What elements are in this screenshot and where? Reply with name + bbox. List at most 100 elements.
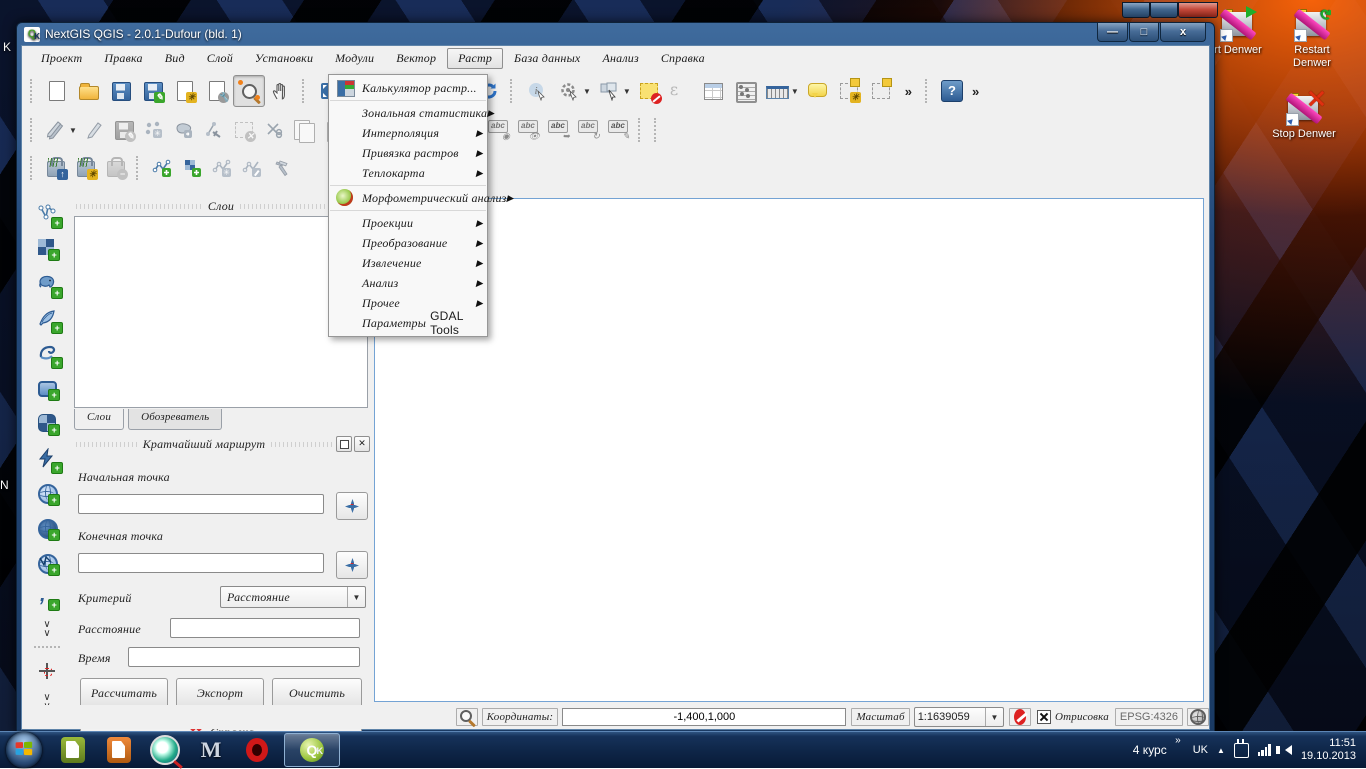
delete-selected-button[interactable]: ✕: [229, 115, 259, 145]
menu-item-heatmap[interactable]: Теплокарта ▶: [329, 163, 487, 183]
toolbar-handle[interactable]: [136, 156, 142, 180]
menu-item-conversion[interactable]: Преобразование ▶: [329, 233, 487, 253]
menu-plugins[interactable]: Модули: [324, 48, 385, 69]
composer-manager-button[interactable]: 🔧: [201, 75, 233, 107]
add-raster-layer-button[interactable]: +: [32, 233, 62, 263]
menu-item-interpolation[interactable]: Интерполяция ▶: [329, 123, 487, 143]
checkbox-checked-icon[interactable]: [1037, 710, 1051, 724]
toolbar-overflow-icon[interactable]: »: [972, 84, 979, 99]
toggle-editing-button[interactable]: [79, 115, 109, 145]
deselect-features-button[interactable]: [633, 75, 665, 107]
toolbar-handle[interactable]: [510, 79, 516, 103]
menu-item-analysis[interactable]: Анализ ▶: [329, 273, 487, 293]
stop-render-button[interactable]: [1009, 708, 1031, 726]
menu-item-extraction[interactable]: Извлечение ▶: [329, 253, 487, 273]
show-bookmarks-button[interactable]: [865, 75, 897, 107]
menu-raster[interactable]: Растр: [447, 48, 503, 69]
map-tips-button[interactable]: [801, 75, 833, 107]
measure-button[interactable]: [761, 75, 793, 107]
change-label-button[interactable]: abc✎: [603, 115, 633, 145]
close-panel-button[interactable]: ✕: [354, 436, 370, 452]
menu-database[interactable]: База данных: [503, 48, 591, 69]
clear-button[interactable]: Очистить: [272, 678, 362, 708]
add-wcs-layer-button[interactable]: +: [32, 478, 62, 508]
add-wms-layer-button[interactable]: +: [32, 408, 62, 438]
open-attribute-table-button[interactable]: [697, 75, 729, 107]
export-button[interactable]: Экспорт: [176, 678, 264, 708]
add-delimited-text-button[interactable]: ,+: [32, 583, 62, 613]
add-feature-button[interactable]: ✳: [139, 115, 169, 145]
pan-map-button[interactable]: [265, 75, 297, 107]
save-edits-button[interactable]: ✎: [109, 115, 139, 145]
layer-remove-button[interactable]: −: [101, 153, 131, 183]
tab-browser[interactable]: Обозреватель: [128, 409, 222, 430]
menu-view[interactable]: Вид: [154, 48, 196, 69]
window-titlebar[interactable]: QK NextGIS QGIS - 2.0.1-Dufour (bld. 1): [17, 23, 1214, 45]
add-oracle-layer-button[interactable]: +: [32, 373, 62, 403]
language-indicator[interactable]: UK: [1193, 744, 1208, 756]
menu-settings[interactable]: Установки: [244, 48, 324, 69]
tray-up-arrow-icon[interactable]: ▲: [1217, 746, 1225, 755]
power-plug-icon[interactable]: [1234, 743, 1249, 758]
add-postgis-layer-button[interactable]: +: [32, 268, 62, 298]
menu-item-terrain-analysis[interactable]: Морфометрический анализ ▶: [329, 188, 487, 208]
new-vector-layer-button[interactable]: [147, 153, 177, 183]
zoom-in-button[interactable]: [233, 75, 265, 107]
toolbar-extension-chevron[interactable]: ∨∨: [43, 620, 50, 638]
cut-features-button[interactable]: [259, 115, 289, 145]
desktop-icon-restart-denwer[interactable]: ↻ Restart Denwer: [1280, 8, 1344, 70]
select-features-button[interactable]: [593, 75, 625, 107]
menu-item-gdal-settings[interactable]: Параметры GDAL Tools: [329, 313, 487, 333]
copy-features-button[interactable]: [289, 115, 319, 145]
taskbar-opera-button[interactable]: [242, 735, 272, 765]
add-wfs-layer-button[interactable]: +: [32, 548, 62, 578]
close-button[interactable]: x: [1160, 23, 1206, 42]
start-button[interactable]: [6, 732, 42, 768]
vector-layer-edit-button[interactable]: [237, 153, 267, 183]
node-tool-button[interactable]: [199, 115, 229, 145]
save-project-as-button[interactable]: ✎: [137, 75, 169, 107]
render-toggle[interactable]: Отрисовка: [1037, 710, 1109, 724]
toolbar-handle[interactable]: [638, 118, 644, 142]
pick-end-point-button[interactable]: [336, 551, 368, 579]
menu-item-projections[interactable]: Проекции ▶: [329, 213, 487, 233]
coordinate-capture-button[interactable]: [32, 656, 62, 686]
tab-layers[interactable]: Слои: [74, 409, 124, 430]
minimize-button[interactable]: —: [1097, 23, 1128, 42]
toolbar-handle[interactable]: [30, 156, 36, 180]
new-composer-button[interactable]: ✳: [169, 75, 201, 107]
new-project-button[interactable]: [41, 75, 73, 107]
open-project-button[interactable]: [73, 75, 105, 107]
save-project-button[interactable]: [105, 75, 137, 107]
add-sqlanywhere-layer-button[interactable]: +: [32, 443, 62, 473]
desktop-icon-start-denwer[interactable]: rt Denwer: [1206, 8, 1270, 57]
layer-new-button[interactable]: ✳: [71, 153, 101, 183]
toolbar-overflow-icon[interactable]: »: [905, 84, 912, 99]
end-point-input[interactable]: [78, 553, 324, 573]
menu-project[interactable]: Проект: [30, 48, 93, 69]
toolbar-handle[interactable]: [302, 79, 308, 103]
caret-down-icon[interactable]: ▼: [985, 708, 1003, 726]
layer-upload-button[interactable]: ↑: [41, 153, 71, 183]
help-contents-button[interactable]: ?: [936, 75, 968, 107]
time-input[interactable]: [128, 647, 360, 667]
move-label-button[interactable]: abc➥: [543, 115, 573, 145]
menu-edit[interactable]: Правка: [93, 48, 153, 69]
menu-item-zonal-statistics[interactable]: Зональная статистика ▶: [329, 103, 487, 123]
menu-item-raster-calculator[interactable]: Калькулятор растр...: [329, 78, 487, 98]
map-tools-button[interactable]: [267, 153, 297, 183]
new-bookmark-button[interactable]: ✳: [833, 75, 865, 107]
coords-input[interactable]: [562, 708, 846, 726]
add-oracle-georaster-button[interactable]: +: [32, 513, 62, 543]
start-point-input[interactable]: [78, 494, 324, 514]
coords-mode-button[interactable]: [456, 708, 478, 726]
select-by-expression-button[interactable]: ε: [665, 75, 697, 107]
run-feature-action-button[interactable]: [553, 75, 585, 107]
speaker-icon[interactable]: [1280, 745, 1292, 755]
menu-analysis[interactable]: Анализ: [591, 48, 649, 69]
crs-status-button[interactable]: [1187, 708, 1209, 726]
tray-clock[interactable]: 11:51 19.10.2013: [1301, 737, 1356, 763]
maximize-button[interactable]: □: [1129, 23, 1159, 42]
menu-layer[interactable]: Слой: [196, 48, 244, 69]
taskbar-openoffice-button[interactable]: [104, 735, 134, 765]
